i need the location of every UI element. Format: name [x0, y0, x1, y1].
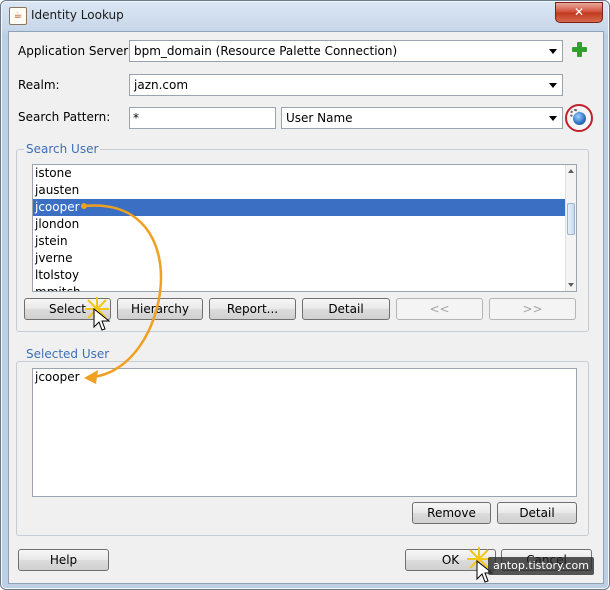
mouse-pointer-icon: [93, 308, 111, 331]
watermark: antop.tistory.com: [488, 557, 594, 575]
